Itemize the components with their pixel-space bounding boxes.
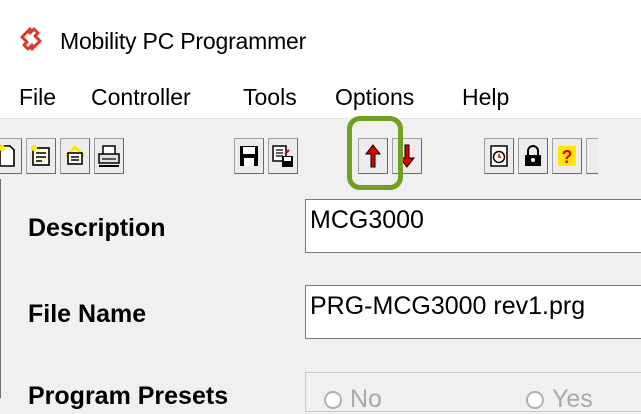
open-icon [31,145,50,166]
schedule-button[interactable] [484,138,514,174]
window-title: Mobility PC Programmer [60,28,307,54]
new-button[interactable] [0,138,22,174]
menu-help[interactable]: Help [462,84,509,111]
new-icon [0,145,15,167]
wizard-icon [64,144,86,165]
help-icon: ? [558,146,576,167]
schedule-icon [490,145,508,167]
presets-label: Program Presets [28,382,229,410]
radio-circle-icon [324,391,342,410]
save-as-icon [272,145,293,167]
description-value: MCG3000 [310,206,424,234]
description-field[interactable]: MCG3000 [305,199,641,253]
lock-icon [525,145,541,166]
svg-text:?: ? [562,147,573,167]
presets-no-radio[interactable]: No [324,385,382,414]
lock-button[interactable] [518,138,548,174]
help-button[interactable]: ? [552,138,582,174]
save-icon [240,146,258,166]
presets-yes-radio[interactable]: Yes [526,385,593,414]
filename-value: PRG-MCG3000 rev1.prg [310,292,586,320]
app-logo-icon [20,26,42,52]
filename-label: File Name [28,300,147,328]
menu-file[interactable]: File [19,84,56,111]
menu-bar: File Controller Tools Options Help [0,78,641,119]
toolbar: ? [0,119,641,179]
save-as-button[interactable] [268,138,298,174]
save-button[interactable] [234,138,264,174]
description-label: Description [28,214,166,242]
menu-options[interactable]: Options [335,84,414,111]
menu-tools[interactable]: Tools [243,84,297,111]
menu-controller[interactable]: Controller [91,84,191,111]
title-bar: Mobility PC Programmer [0,0,641,78]
print-button[interactable] [94,138,124,174]
wizard-button[interactable] [60,138,90,174]
print-icon [98,145,120,167]
upload-highlight-ring [347,116,403,190]
radio-circle-icon [526,391,544,410]
toolbar-overflow[interactable] [586,138,598,174]
presets-radio-group: No Yes [305,372,641,414]
open-button[interactable] [26,138,56,174]
filename-field[interactable]: PRG-MCG3000 rev1.prg [305,285,641,339]
